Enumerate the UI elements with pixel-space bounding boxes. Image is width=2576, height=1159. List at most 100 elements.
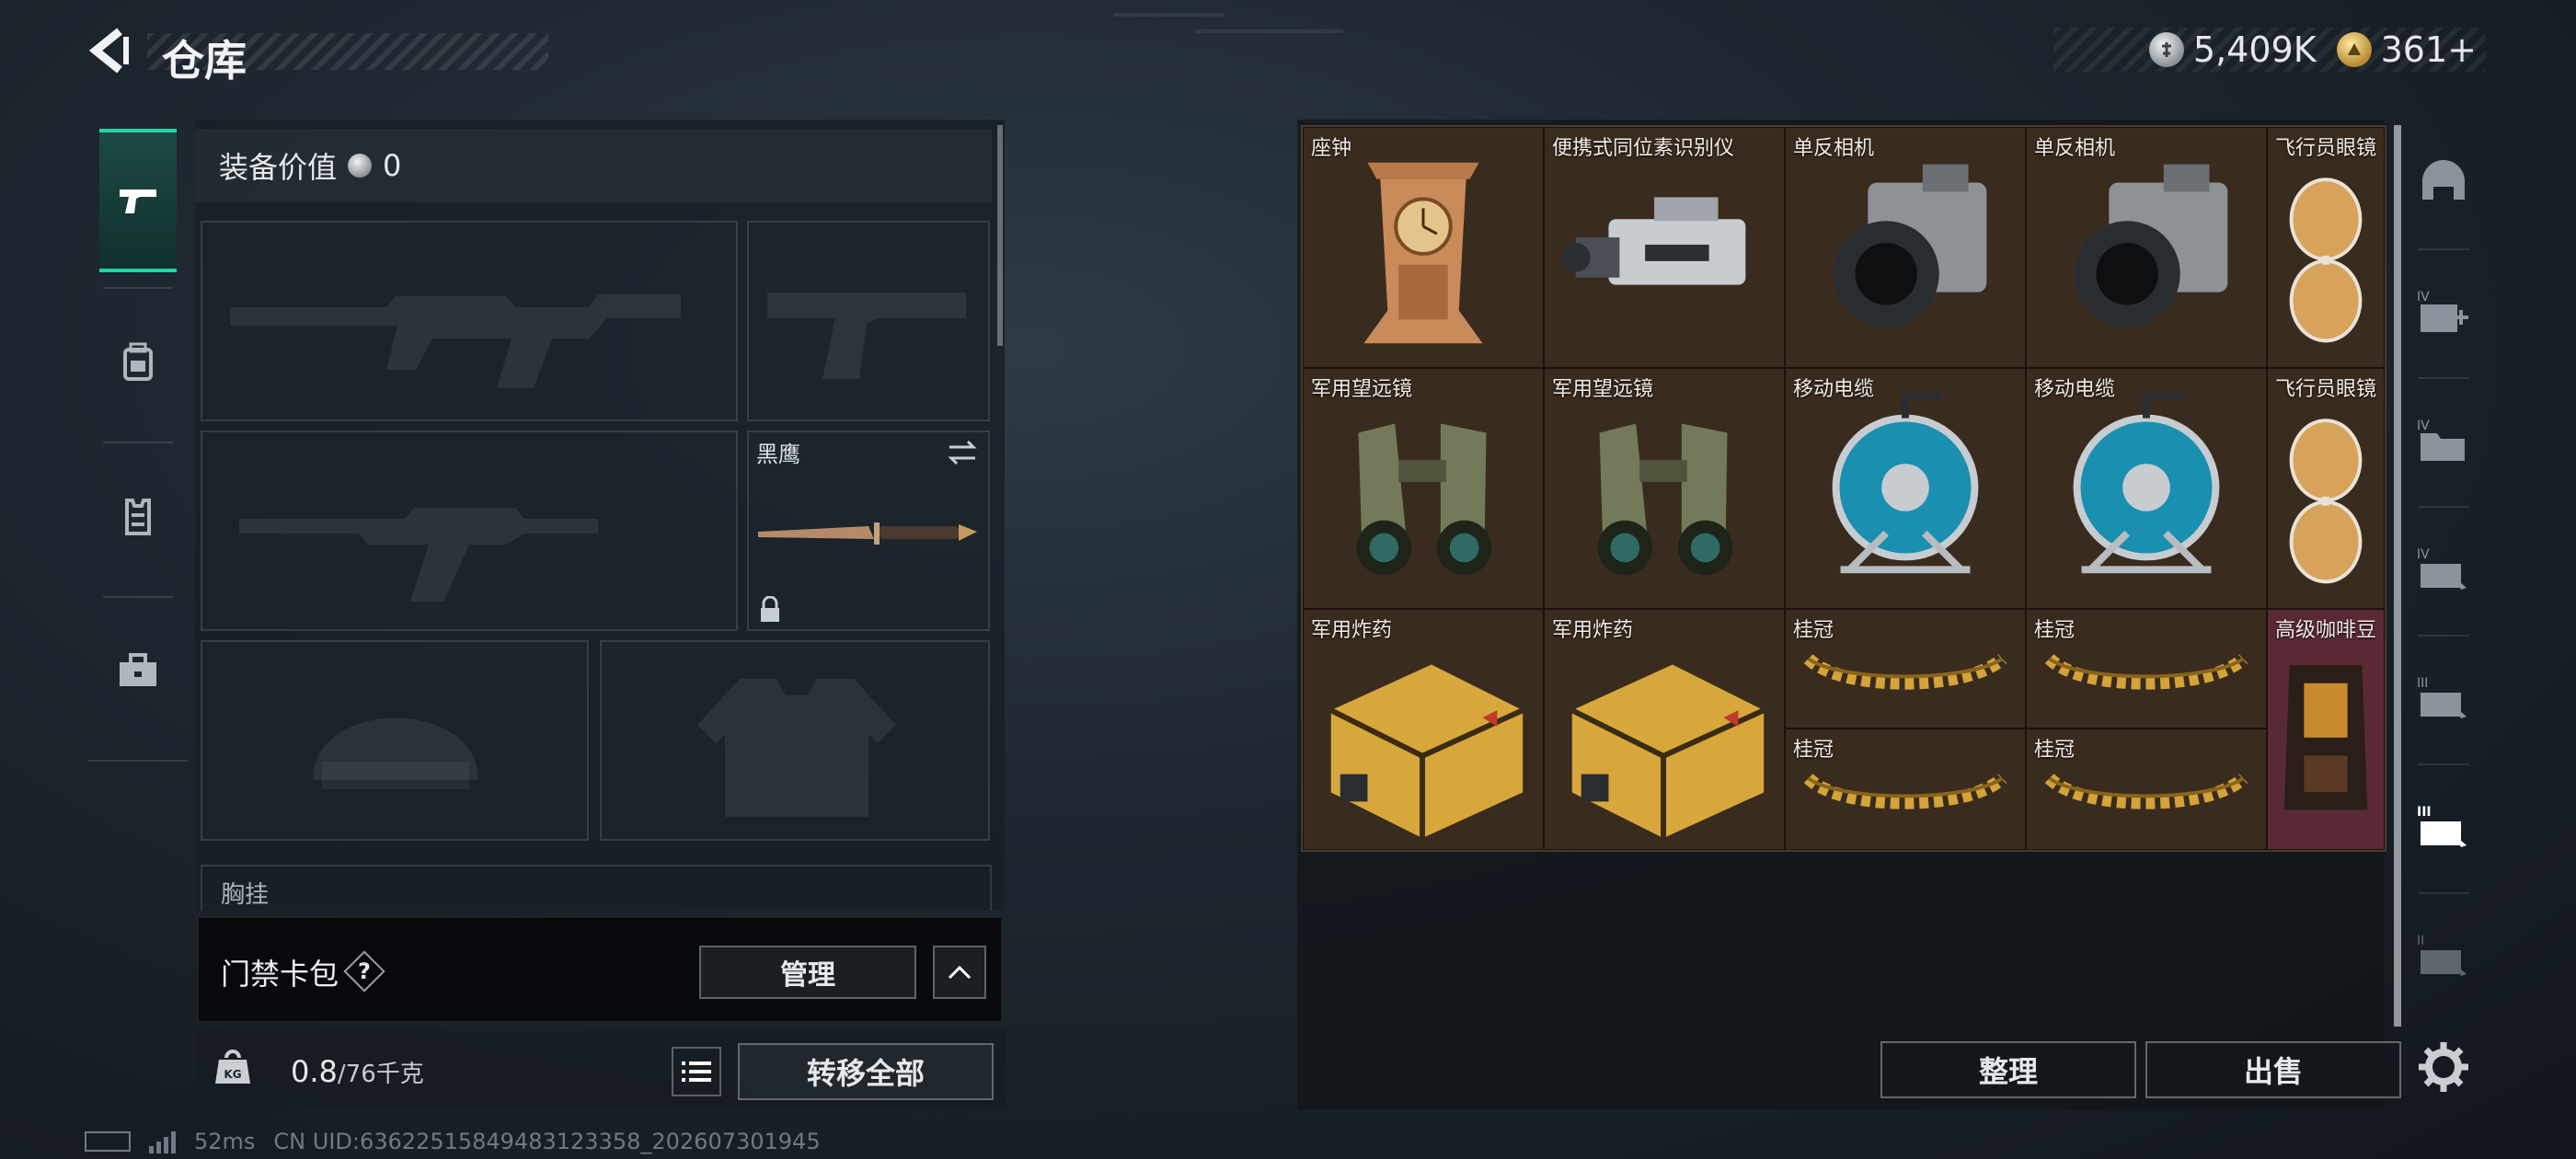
binoculars-icon bbox=[1356, 423, 1492, 576]
folder-tier4-icon: IV bbox=[2417, 419, 2465, 461]
help-icon[interactable]: ? bbox=[346, 953, 383, 990]
item-name: 军用望远镜 bbox=[1552, 378, 1654, 401]
item-name: 单反相机 bbox=[1793, 137, 1875, 160]
item-mantel-clock[interactable]: 座钟 bbox=[1303, 127, 1544, 368]
item-binoculars[interactable]: 军用望远镜 bbox=[1303, 368, 1544, 609]
item-laurel-wreath[interactable]: 桂冠 bbox=[2026, 729, 2267, 850]
tab-weapons[interactable] bbox=[99, 129, 177, 272]
item-laurel-wreath[interactable]: 桂冠 bbox=[2026, 609, 2267, 729]
tab-toolbox[interactable] bbox=[88, 596, 188, 747]
cable-reel-icon bbox=[1832, 392, 1979, 574]
manage-button[interactable]: 管理 bbox=[699, 946, 916, 999]
aviator-glasses-icon bbox=[2289, 178, 2363, 343]
expand-button[interactable] bbox=[933, 946, 986, 999]
list-icon bbox=[682, 1061, 711, 1082]
item-name: 军用炸药 bbox=[1552, 619, 1634, 642]
item-name: 桂冠 bbox=[2034, 619, 2076, 642]
pistol-silhouette-icon bbox=[767, 293, 966, 379]
item-binoculars[interactable]: 军用望远镜 bbox=[1544, 368, 1785, 609]
primary-weapon-slot[interactable] bbox=[201, 221, 738, 421]
tab-vest[interactable] bbox=[88, 442, 188, 592]
uid-text: CN UID:636225158494831233​58_20260730194… bbox=[273, 1129, 821, 1154]
back-button[interactable] bbox=[85, 26, 134, 75]
item-name: 飞行员眼镜 bbox=[2275, 378, 2377, 401]
item-laurel-wreath[interactable]: 桂冠 bbox=[1785, 729, 2026, 850]
page-title: 仓库 bbox=[162, 36, 247, 86]
item-explosive-crate[interactable]: 军用炸药 bbox=[1303, 609, 1544, 850]
gold-currency-value: 361+ bbox=[2380, 29, 2477, 70]
item-laurel-wreath[interactable]: 桂冠 bbox=[1785, 609, 2026, 729]
sort-button[interactable]: 整理 bbox=[1880, 1041, 2136, 1098]
explosive-crate-icon bbox=[1570, 664, 1765, 839]
item-aviator-glasses[interactable]: 飞行员眼镜 bbox=[2267, 368, 2385, 609]
silver-currency-value: 5,409K bbox=[2192, 29, 2317, 70]
transfer-all-button[interactable]: 转移全部 bbox=[738, 1043, 994, 1100]
sidearm-slot[interactable] bbox=[747, 221, 990, 421]
equip-value-label: 装备价值 bbox=[219, 150, 338, 185]
secondary-weapon-slot[interactable] bbox=[201, 430, 738, 631]
case-tier3-icon: III bbox=[2417, 676, 2467, 718]
explosive-crate-icon bbox=[1329, 664, 1524, 839]
item-explosive-crate[interactable]: 军用炸药 bbox=[1544, 609, 1785, 850]
sell-button[interactable]: 出售 bbox=[2145, 1041, 2401, 1098]
silver-coin-icon bbox=[2148, 32, 2184, 67]
helmet-tab-icon bbox=[2422, 160, 2465, 200]
item-dslr-camera[interactable]: 单反相机 bbox=[2026, 127, 2267, 368]
tab-storage-tier4-medkit[interactable]: IV bbox=[2405, 248, 2482, 377]
rifle-silhouette-icon bbox=[239, 508, 598, 602]
tab-storage-tier2-case[interactable]: II bbox=[2405, 892, 2482, 1021]
item-cable-reel[interactable]: 移动电缆 bbox=[2026, 368, 2267, 609]
svg-text:KG: KG bbox=[224, 1068, 241, 1081]
item-isotope-scanner[interactable]: 便携式同位素识别仪 bbox=[1544, 127, 1785, 368]
svg-text:III: III bbox=[2417, 805, 2432, 820]
warehouse-scrollbar[interactable] bbox=[2394, 125, 2401, 1027]
weight-kg-icon: KG bbox=[215, 1050, 250, 1084]
gold-coin-icon bbox=[2336, 32, 2372, 67]
isotope-scanner-icon bbox=[1560, 197, 1746, 285]
tab-backpack[interactable] bbox=[88, 287, 188, 438]
storage-tabs: IV IV IV III III II bbox=[2405, 120, 2482, 1113]
chest-rig-row[interactable]: 胸挂 bbox=[201, 865, 992, 911]
knife-icon bbox=[758, 522, 977, 545]
tab-storage-tier3-active[interactable]: III bbox=[2405, 763, 2482, 892]
item-aviator-glasses[interactable]: 飞行员眼镜 bbox=[2267, 127, 2385, 368]
item-name: 桂冠 bbox=[1793, 739, 1834, 762]
currency-bar: 5,409K 361+ bbox=[2053, 28, 2486, 72]
melee-slot[interactable]: 黑鹰 bbox=[747, 430, 990, 631]
helmet-slot[interactable] bbox=[201, 640, 589, 841]
settings-gear-icon bbox=[2419, 1042, 2468, 1092]
gold-currency[interactable]: 361+ bbox=[2336, 29, 2477, 70]
tab-storage-tier4-case[interactable]: IV bbox=[2405, 506, 2482, 635]
tab-divider bbox=[88, 760, 188, 762]
item-coffee-beans[interactable]: 高级咖啡豆 bbox=[2267, 609, 2385, 850]
list-view-button[interactable] bbox=[672, 1047, 721, 1096]
svg-text:III: III bbox=[2417, 676, 2428, 691]
backpack-icon bbox=[123, 342, 153, 381]
background-streak bbox=[1113, 13, 1224, 17]
svg-text:IV: IV bbox=[2417, 290, 2430, 304]
toolbox-icon bbox=[120, 653, 156, 686]
aviator-glasses-icon bbox=[2289, 419, 2363, 584]
settings-button[interactable] bbox=[2405, 1021, 2482, 1113]
tab-storage-tier3-case[interactable]: III bbox=[2405, 635, 2482, 763]
loadout-panel: 装备价值 0 黑鹰 胸挂 bbox=[195, 120, 1005, 911]
item-cable-reel[interactable]: 移动电缆 bbox=[1785, 368, 2026, 609]
dslr-camera-icon bbox=[1833, 164, 1987, 327]
loadout-scrollbar[interactable] bbox=[997, 125, 1003, 346]
battery-icon bbox=[85, 1131, 131, 1152]
body-armor-slot[interactable] bbox=[600, 640, 990, 841]
warehouse-grid: 座钟 便携式同位素识别仪 单反相机 单反相机 飞行员眼镜 军用望远镜 军用望远镜… bbox=[1301, 125, 2386, 852]
chest-rig-label: 胸挂 bbox=[221, 881, 270, 909]
signal-icon bbox=[149, 1130, 176, 1153]
svg-text:II: II bbox=[2417, 934, 2424, 948]
item-name: 桂冠 bbox=[1793, 619, 1834, 642]
case-tier3-active-icon: III bbox=[2417, 805, 2467, 847]
weight-current: 0.8 bbox=[291, 1054, 338, 1089]
item-dslr-camera[interactable]: 单反相机 bbox=[1785, 127, 2026, 368]
tab-storage-tier4-folder[interactable]: IV bbox=[2405, 377, 2482, 506]
silver-coin-icon bbox=[348, 154, 373, 178]
back-arrow-icon bbox=[88, 28, 129, 74]
tab-storage-helmet[interactable] bbox=[2405, 120, 2482, 248]
silver-currency[interactable]: 5,409K bbox=[2148, 29, 2317, 70]
ping-value: 52ms bbox=[194, 1129, 256, 1154]
